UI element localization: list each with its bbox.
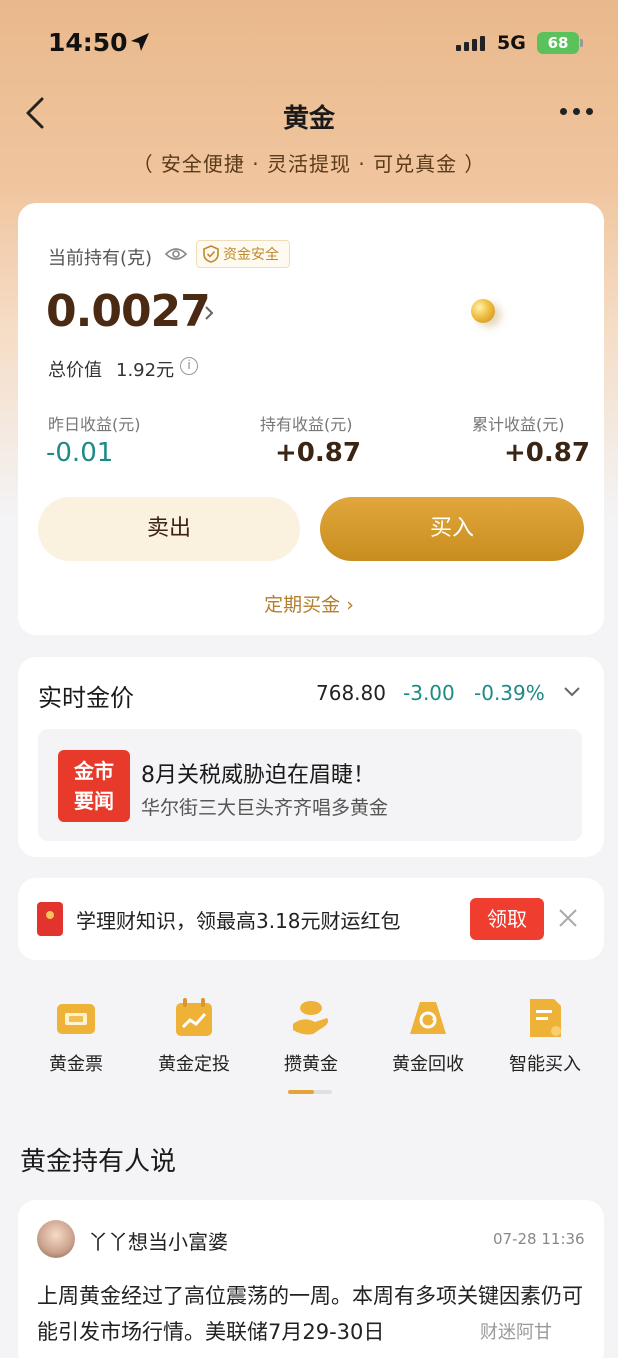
shortcut-label-gold-ticket[interactable]: 黄金票	[21, 1050, 131, 1076]
chevron-down-icon[interactable]	[563, 686, 581, 698]
holdings-label: 当前持有(克)	[48, 248, 153, 269]
page-title: 黄金	[282, 104, 335, 134]
recycle-icon[interactable]	[406, 996, 450, 1040]
info-icon[interactable]: i	[180, 357, 198, 375]
regular-buy-link[interactable]: 定期买金 ›	[0, 590, 618, 617]
shortcut-scroll-indicator	[288, 1090, 332, 1094]
gold-ticket-icon[interactable]	[54, 996, 98, 1040]
shortcut-label-smart-buy[interactable]: 智能买入	[490, 1050, 600, 1076]
holding-amount[interactable]: 0.0027	[46, 286, 211, 337]
gold-price-value: 768.80	[316, 681, 386, 705]
smart-doc-icon[interactable]	[523, 996, 567, 1040]
chevron-right-icon[interactable]	[202, 303, 216, 323]
market-news-logo: 金市 要闻	[58, 750, 130, 822]
total-value-label: 总价值	[48, 360, 102, 381]
shortcut-label-fixed-investment[interactable]: 黄金定投	[139, 1050, 249, 1076]
watermark: 财迷阿甘	[480, 1322, 552, 1343]
status-time: 14:50	[48, 28, 128, 57]
news-subtitle: 华尔街三大巨头齐齐唱多黄金	[141, 797, 389, 819]
promo-text: 学理财知识，领最高3.18元财运红包	[76, 909, 401, 933]
eye-icon[interactable]	[165, 246, 187, 262]
gold-price-title: 实时金价	[38, 684, 134, 712]
holding-earnings-label: 持有收益(元)	[260, 415, 353, 434]
safe-badge-label: 资金安全	[223, 247, 279, 263]
cumulative-earnings-label: 累计收益(元)	[472, 415, 565, 434]
battery-icon: 68	[537, 32, 579, 54]
sell-button[interactable]: 卖出	[38, 497, 300, 561]
hand-gold-icon[interactable]	[289, 996, 333, 1040]
location-arrow-icon	[131, 33, 149, 51]
shortcut-label-gold-recycle[interactable]: 黄金回收	[373, 1050, 483, 1076]
news-logo-line1: 金市	[74, 759, 114, 783]
buy-button[interactable]: 买入	[320, 497, 584, 561]
total-value: 1.92元	[116, 360, 175, 381]
shortcut-label-save-gold[interactable]: 攒黄金	[256, 1050, 366, 1076]
cellular-signal-icon	[456, 36, 485, 51]
gold-price-change: -3.00	[403, 681, 455, 705]
cumulative-earnings-value: +0.87	[504, 438, 590, 468]
section-title: 黄金持有人说	[20, 1147, 177, 1177]
post-time: 07-28 11:36	[493, 1230, 585, 1248]
claim-button[interactable]: 领取	[470, 898, 544, 940]
shield-check-icon	[203, 245, 219, 263]
post-author[interactable]: 丫丫想当小富婆	[88, 1226, 228, 1255]
more-options-icon[interactable]	[560, 108, 593, 115]
avatar[interactable]	[37, 1220, 75, 1258]
battery-tip	[580, 39, 583, 47]
close-icon[interactable]	[557, 907, 579, 929]
gold-ball-icon	[471, 299, 495, 323]
red-envelope-icon	[37, 902, 63, 936]
news-headline[interactable]: 8月关税威胁迫在眉睫！	[141, 757, 375, 789]
tagline: （ 安全便捷 · 灵活提现 · 可兑真金 ）	[132, 152, 486, 176]
fund-safety-badge[interactable]: 资金安全	[196, 240, 290, 268]
calendar-chart-icon[interactable]	[172, 996, 216, 1040]
yesterday-earnings-label: 昨日收益(元)	[48, 415, 141, 434]
network-type: 5G	[497, 32, 526, 54]
yesterday-earnings-value: -0.01	[46, 438, 114, 468]
holding-earnings-value: +0.87	[275, 438, 361, 468]
news-logo-line2: 要闻	[74, 789, 114, 813]
gold-price-percent: -0.39%	[474, 681, 545, 705]
